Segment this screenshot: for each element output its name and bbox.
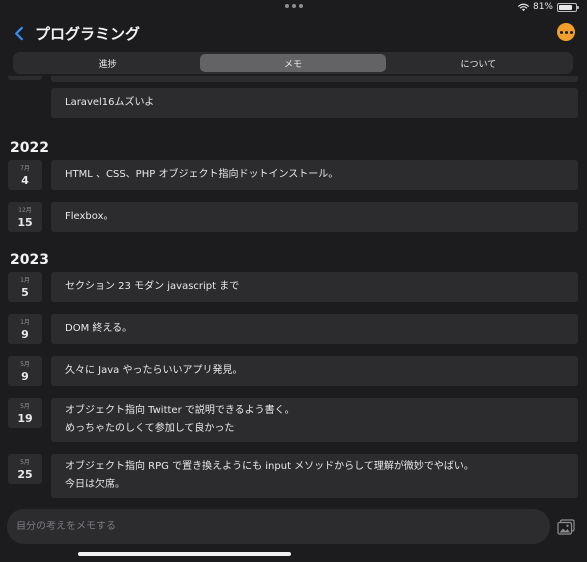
date-month: 5月 xyxy=(20,403,30,410)
memo-input[interactable] xyxy=(16,521,550,532)
date-month: 7月 xyxy=(20,165,30,172)
memo-line: セクション 23 モダン javascript まで xyxy=(65,281,240,292)
date-box: 1月 9 xyxy=(8,314,42,344)
partial-memo-box xyxy=(51,76,578,82)
memo-text-box[interactable]: オブジェクト指向 RPG で置き換えようにも input メソッドからして理解が… xyxy=(51,454,578,498)
list-item[interactable]: 1月 5 セクション 23 モダン javascript まで xyxy=(8,272,578,302)
date-box: 12月 15 xyxy=(8,202,42,232)
date-box: 7月 4 xyxy=(8,160,42,190)
segment-about[interactable]: について xyxy=(386,54,571,72)
home-indicator[interactable] xyxy=(78,552,291,556)
memo-text-box[interactable]: オブジェクト指向 Twitter で説明できるよう書く。 めっちゃたのしくて参加… xyxy=(51,398,578,442)
memo-text-box[interactable]: Laravel16ムズいよ xyxy=(51,88,578,118)
memo-list[interactable]: Laravel16ムズいよ 2022 7月 4 HTML 、CSS、PHP オブ… xyxy=(0,76,587,504)
memo-line: オブジェクト指向 Twitter で説明できるよう書く。 xyxy=(65,405,295,416)
memo-input-bar xyxy=(7,509,550,544)
battery-percentage: 81% xyxy=(532,2,553,12)
date-box: 1月 5 xyxy=(8,272,42,302)
segment-progress[interactable]: 進捗 xyxy=(15,54,200,72)
segment-memo[interactable]: メモ xyxy=(200,54,386,72)
status-right: 81% xyxy=(518,2,579,12)
date-day: 9 xyxy=(21,328,29,341)
list-item[interactable]: 7月 4 HTML 、CSS、PHP オブジェクト指向ドットインストール。 xyxy=(8,160,578,190)
memo-text-box[interactable]: 久々に Java やったらいいアプリ発見。 xyxy=(51,356,578,386)
memo-line: Flexbox。 xyxy=(65,211,114,222)
date-day: 19 xyxy=(17,412,33,425)
list-item[interactable]: 5月 25 オブジェクト指向 RPG で置き換えようにも input メソッドか… xyxy=(8,454,578,498)
date-box: 5月 25 xyxy=(8,454,42,484)
date-month: 1月 xyxy=(20,277,30,284)
date-month: 5月 xyxy=(20,459,30,466)
list-item[interactable]: 5月 19 オブジェクト指向 Twitter で説明できるよう書く。 めっちゃた… xyxy=(8,398,578,442)
date-month: 1月 xyxy=(20,319,30,326)
memo-text-box[interactable]: DOM 終える。 xyxy=(51,314,578,344)
date-day: 5 xyxy=(21,286,29,299)
date-day: 9 xyxy=(21,370,29,383)
memo-line: めっちゃたのしくて参加して良かった xyxy=(65,423,235,434)
multitasking-dots-icon[interactable] xyxy=(284,4,303,8)
list-item[interactable]: 12月 15 Flexbox。 xyxy=(8,202,578,232)
memo-line: オブジェクト指向 RPG で置き換えようにも input メソッドからして理解が… xyxy=(65,461,474,472)
add-image-button[interactable] xyxy=(557,519,575,535)
photo-icon xyxy=(557,519,575,535)
list-item[interactable]: Laravel16ムズいよ xyxy=(8,88,578,118)
page-title: プログラミング xyxy=(35,25,141,43)
list-item[interactable]: 5月 9 久々に Java やったらいいアプリ発見。 xyxy=(8,356,578,386)
date-box: 5月 9 xyxy=(8,356,42,386)
list-item[interactable]: 1月 9 DOM 終える。 xyxy=(8,314,578,344)
status-bar: 81% xyxy=(0,0,587,16)
chevron-left-icon xyxy=(15,26,23,40)
date-month: 5月 xyxy=(20,361,30,368)
date-day: 25 xyxy=(17,468,33,481)
more-options-button[interactable] xyxy=(557,23,575,41)
back-button[interactable] xyxy=(10,22,28,44)
memo-text-box[interactable]: セクション 23 モダン javascript まで xyxy=(51,272,578,302)
memo-line: 今日は欠席。 xyxy=(65,479,125,490)
date-month: 12月 xyxy=(18,207,32,214)
date-day: 4 xyxy=(21,174,29,187)
partial-date-box xyxy=(8,76,42,80)
year-heading: 2023 xyxy=(10,252,49,268)
date-box: 5月 19 xyxy=(8,398,42,428)
memo-text-box[interactable]: Flexbox。 xyxy=(51,202,578,232)
date-day: 15 xyxy=(17,216,33,229)
memo-screen: 81% プログラミング 進捗 メモ について Laravel16ムズいよ 202… xyxy=(0,0,587,562)
navigation-bar: プログラミング xyxy=(0,20,587,48)
memo-text-box[interactable]: HTML 、CSS、PHP オブジェクト指向ドットインストール。 xyxy=(51,160,578,190)
year-heading: 2022 xyxy=(10,140,49,156)
memo-line: 久々に Java やったらいいアプリ発見。 xyxy=(65,365,243,376)
segmented-control: 進捗 メモ について xyxy=(13,52,573,74)
memo-line: Laravel16ムズいよ xyxy=(65,97,155,108)
battery-icon xyxy=(557,2,579,12)
ellipsis-circle-icon xyxy=(559,30,563,34)
memo-line: HTML 、CSS、PHP オブジェクト指向ドットインストール。 xyxy=(65,169,339,180)
battery-level-fill xyxy=(559,4,572,10)
memo-line: DOM 終える。 xyxy=(65,323,133,334)
wifi-icon xyxy=(518,3,529,11)
